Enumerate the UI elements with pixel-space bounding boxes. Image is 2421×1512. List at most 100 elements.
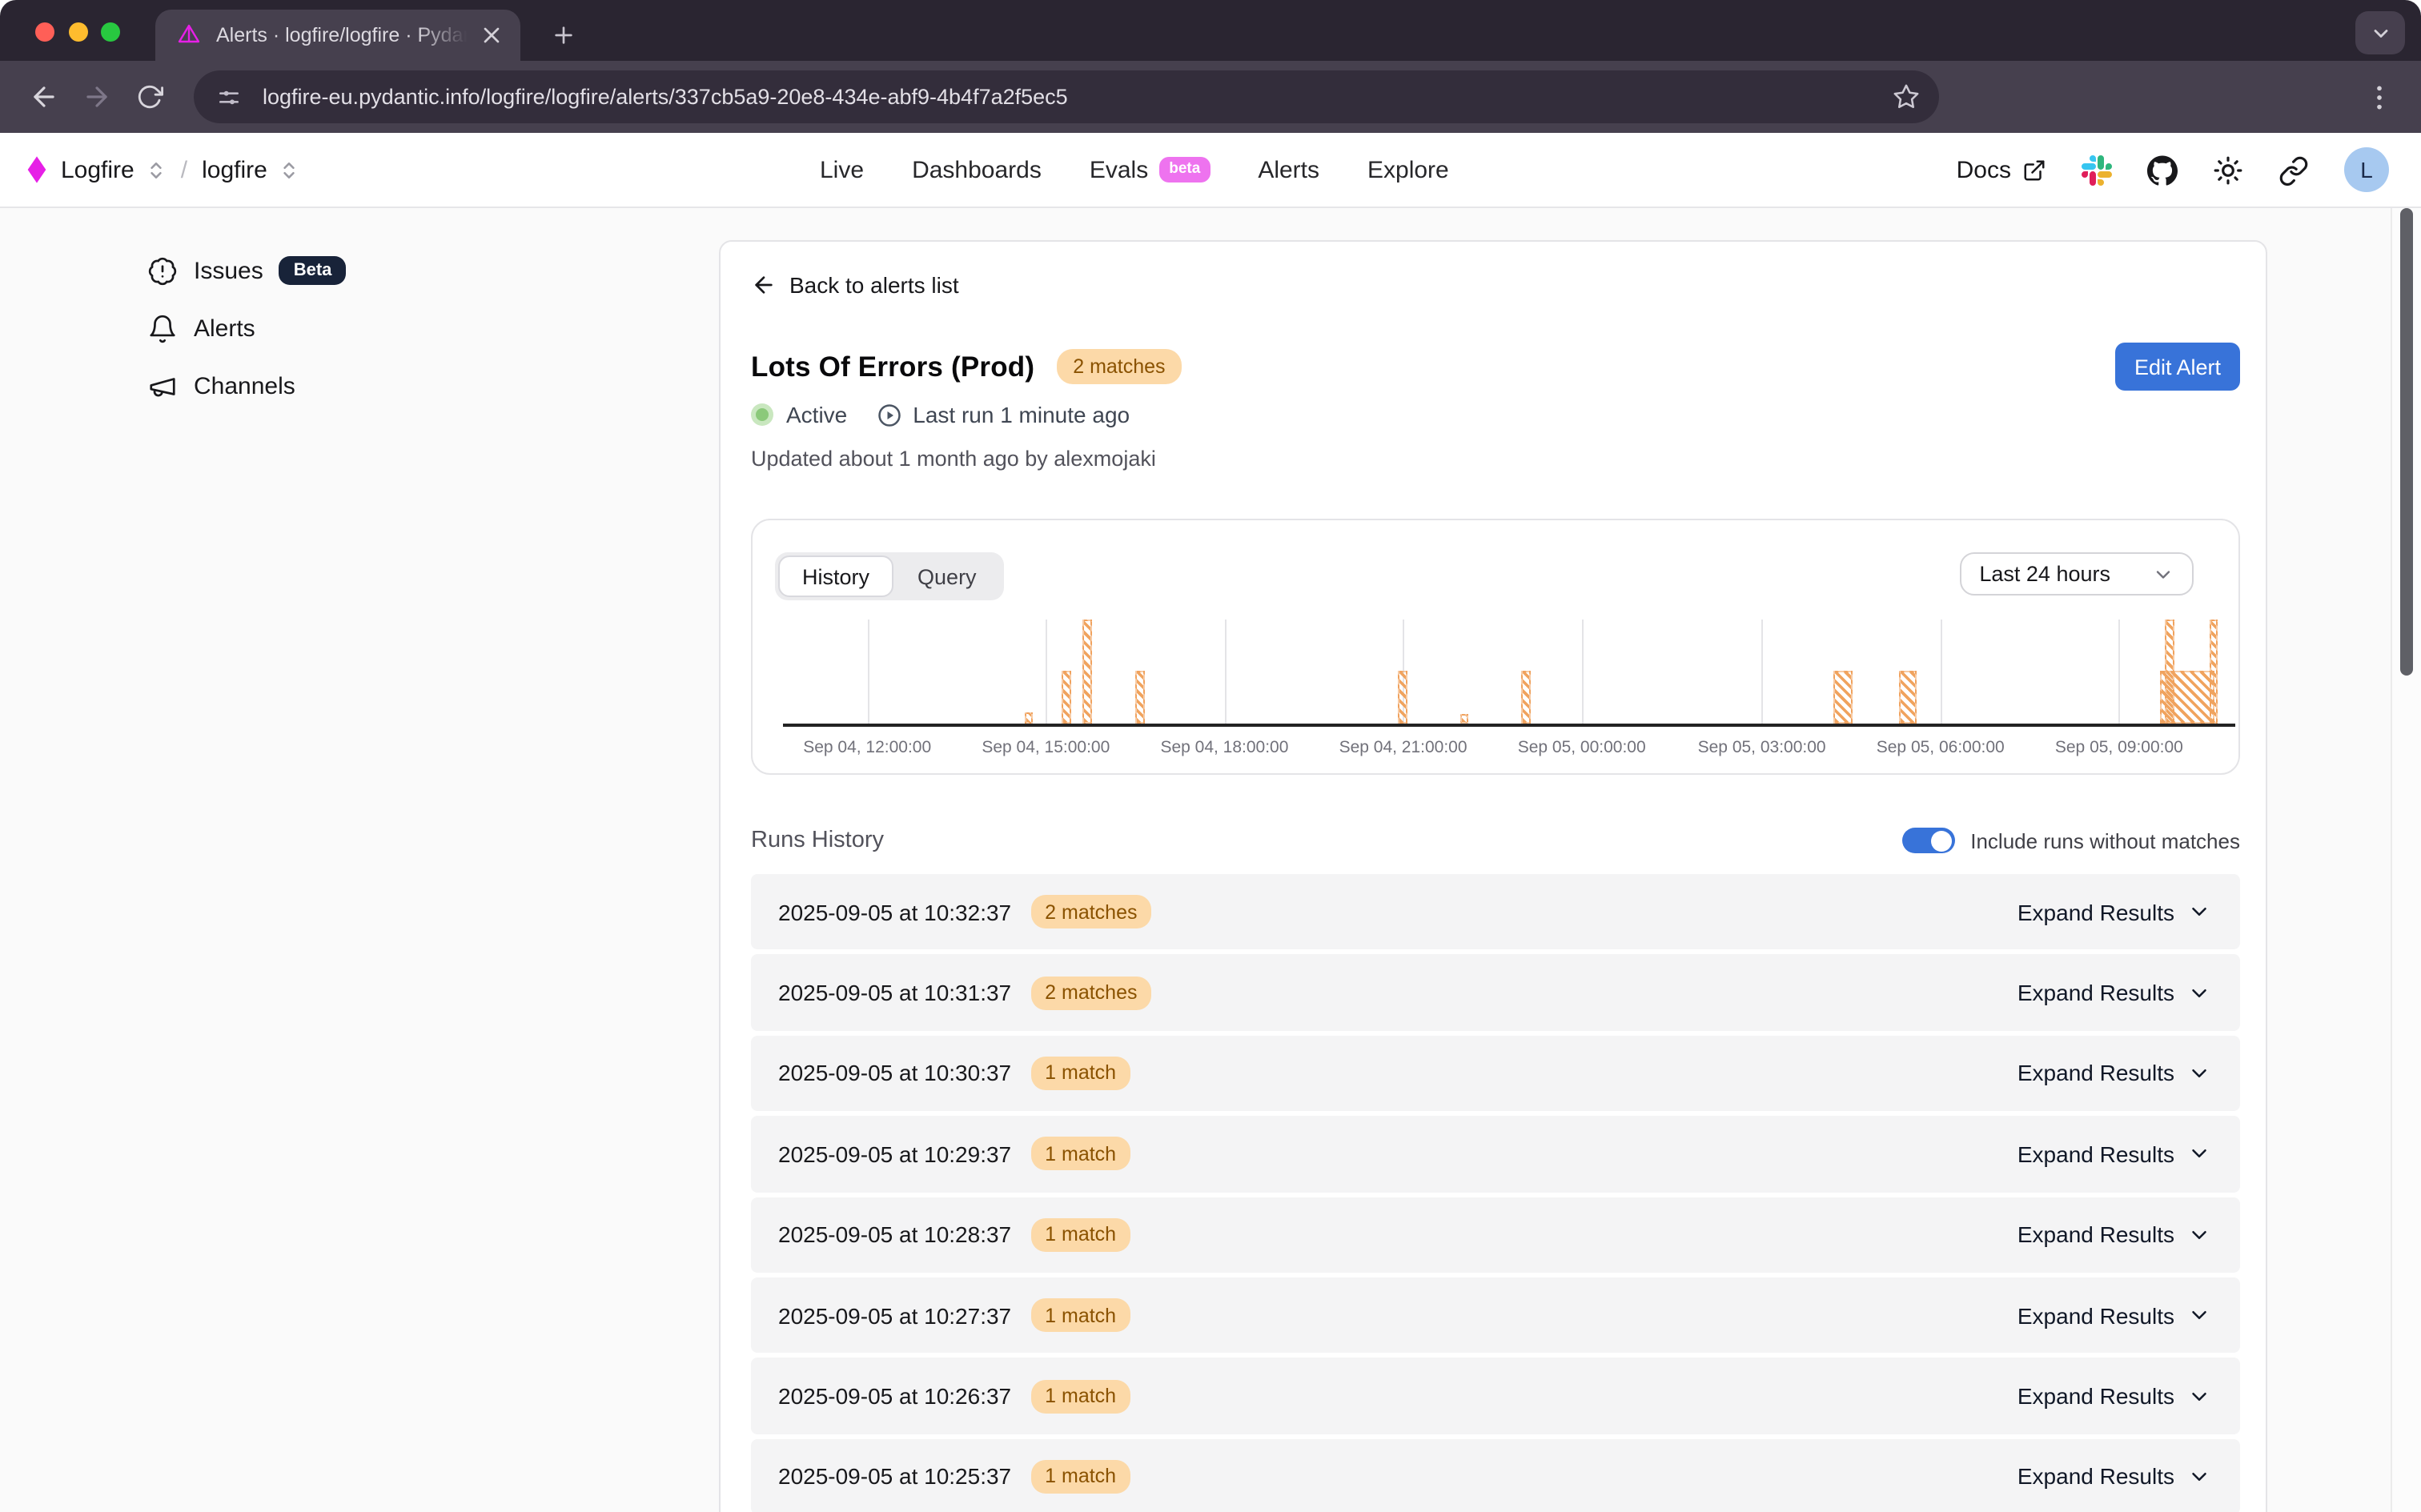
docs-link[interactable]: Docs (1957, 156, 2046, 183)
project-selector-icon[interactable] (279, 159, 299, 180)
site-info-icon[interactable] (208, 76, 250, 118)
chevron-down-icon (2187, 900, 2211, 924)
x-tick-label: Sep 04, 12:00:00 (803, 738, 931, 757)
nav-item-dashboards[interactable]: Dashboards (912, 156, 1042, 183)
run-match-badge: 1 match (1030, 1137, 1130, 1171)
include-runs-toggle[interactable] (1901, 828, 1954, 854)
expand-results-button[interactable]: Expand Results (2018, 980, 2211, 1005)
org-selector-icon[interactable] (146, 159, 167, 180)
main-nav: Live Dashboards Evalsbeta Alerts Explore (820, 133, 1449, 207)
close-window-button[interactable] (35, 22, 54, 41)
back-button[interactable] (22, 76, 64, 118)
badge-alert-icon (147, 255, 178, 286)
expand-results-button[interactable]: Expand Results (2018, 1141, 2211, 1167)
chart-bar (1135, 672, 1145, 724)
nav-label: Explore (1367, 156, 1449, 183)
expand-results-button[interactable]: Expand Results (2018, 1383, 2211, 1409)
run-row: 2025-09-05 at 10:31:37 2 matches Expand … (751, 955, 2240, 1031)
chart-bar (1522, 672, 1532, 724)
nav-label: Dashboards (912, 156, 1042, 183)
reload-button[interactable] (128, 76, 170, 118)
scrollbar-track[interactable] (2391, 208, 2421, 1512)
minimize-window-button[interactable] (68, 22, 87, 41)
address-bar[interactable]: logfire-eu.pydantic.info/logfire/logfire… (194, 70, 1939, 123)
x-tick-label: Sep 05, 03:00:00 (1698, 738, 1826, 757)
run-row: 2025-09-05 at 10:25:37 1 match Expand Re… (751, 1438, 2240, 1512)
runs-list: 2025-09-05 at 10:32:37 2 matches Expand … (751, 874, 2240, 1512)
run-row: 2025-09-05 at 10:28:37 1 match Expand Re… (751, 1197, 2240, 1273)
runs-history-title: Runs History (751, 828, 884, 853)
expand-results-button[interactable]: Expand Results (2018, 1061, 2211, 1086)
sidebar: Issues Beta Alerts Channels (147, 247, 346, 419)
matches-bar-chart (783, 620, 2235, 726)
bookmark-star-icon[interactable] (1893, 83, 1920, 110)
time-range-select[interactable]: Last 24 hours (1960, 552, 2194, 596)
zoom-window-button[interactable] (101, 22, 120, 41)
chart-bar (1082, 620, 1091, 723)
runs-history-header: Runs History Include runs without matche… (751, 824, 2240, 856)
sidebar-item-alerts[interactable]: Alerts (147, 304, 346, 352)
nav-item-alerts[interactable]: Alerts (1258, 156, 1319, 183)
org-name[interactable]: Logfire (61, 156, 134, 183)
x-tick-label: Sep 04, 21:00:00 (1339, 738, 1467, 757)
docs-label: Docs (1957, 156, 2011, 183)
tab-query[interactable]: Query (893, 555, 1001, 597)
run-timestamp: 2025-09-05 at 10:25:37 (778, 1464, 1011, 1490)
time-range-value: Last 24 hours (1979, 562, 2110, 586)
nav-item-evals[interactable]: Evalsbeta (1090, 156, 1210, 183)
theme-sun-icon[interactable] (2213, 154, 2243, 185)
active-status-dot (751, 403, 773, 426)
external-link-icon (2022, 158, 2046, 182)
chart-header: History Query Last 24 hours (753, 520, 2238, 600)
project-name[interactable]: logfire (202, 156, 267, 183)
run-match-badge: 2 matches (1030, 895, 1151, 928)
grid-line (1582, 620, 1584, 723)
breadcrumb: Logfire / logfire (0, 155, 299, 184)
expand-results-label: Expand Results (2018, 980, 2174, 1005)
arrow-left-icon (751, 272, 777, 298)
share-link-icon[interactable] (2278, 154, 2309, 185)
chart-bar (1833, 672, 1853, 724)
x-tick-label: Sep 05, 00:00:00 (1518, 738, 1646, 757)
chevron-down-icon (2187, 981, 2211, 1005)
github-icon[interactable] (2147, 154, 2178, 185)
browser-tab[interactable]: Alerts · logfire/logfire · Pydant (155, 10, 520, 61)
forward-button[interactable] (75, 76, 117, 118)
app-header: Logfire / logfire Live Dashboards Evalsbet… (0, 133, 2421, 208)
nav-item-explore[interactable]: Explore (1367, 156, 1449, 183)
toggle-knob (1930, 830, 1951, 851)
arrow-right-icon (81, 82, 111, 112)
run-timestamp: 2025-09-05 at 10:27:37 (778, 1302, 1011, 1328)
expand-results-button[interactable]: Expand Results (2018, 1464, 2211, 1490)
browser-toolbar: logfire-eu.pydantic.info/logfire/logfire… (0, 61, 2421, 133)
run-timestamp: 2025-09-05 at 10:32:37 (778, 899, 1011, 924)
alert-detail-card: Back to alerts list Lots Of Errors (Prod… (719, 240, 2266, 1512)
tab-search-button[interactable] (2355, 11, 2405, 54)
expand-results-button[interactable]: Expand Results (2018, 1222, 2211, 1248)
sidebar-item-issues[interactable]: Issues Beta (147, 247, 346, 295)
run-row: 2025-09-05 at 10:27:37 1 match Expand Re… (751, 1277, 2240, 1354)
user-avatar[interactable]: L (2344, 147, 2389, 192)
expand-results-button[interactable]: Expand Results (2018, 1302, 2211, 1328)
breadcrumb-separator: / (181, 156, 187, 183)
nav-item-live[interactable]: Live (820, 156, 864, 183)
updated-by-text: Updated about 1 month ago by alexmojaki (751, 447, 2240, 475)
close-tab-icon[interactable] (479, 22, 504, 48)
slack-icon[interactable] (2082, 154, 2112, 185)
new-tab-button[interactable] (544, 16, 583, 54)
expand-results-label: Expand Results (2018, 1061, 2174, 1086)
run-timestamp: 2025-09-05 at 10:26:37 (778, 1383, 1011, 1409)
header-actions: Docs L (1957, 147, 2421, 192)
edit-alert-button[interactable]: Edit Alert (2115, 343, 2240, 391)
alert-status-row: Active Last run 1 minute ago (751, 397, 2240, 432)
sidebar-label: Channels (194, 372, 295, 399)
sidebar-item-channels[interactable]: Channels (147, 362, 346, 410)
run-row: 2025-09-05 at 10:32:37 2 matches Expand … (751, 874, 2240, 950)
expand-results-button[interactable]: Expand Results (2018, 899, 2211, 924)
grid-line (1762, 620, 1764, 723)
tab-history[interactable]: History (778, 555, 893, 597)
browser-menu-icon[interactable] (2363, 81, 2395, 113)
back-to-alerts-link[interactable]: Back to alerts list (751, 269, 2240, 301)
scrollbar-thumb[interactable] (2400, 208, 2412, 676)
chart-x-axis-labels: Sep 04, 12:00:00Sep 04, 15:00:00Sep 04, … (783, 738, 2235, 760)
